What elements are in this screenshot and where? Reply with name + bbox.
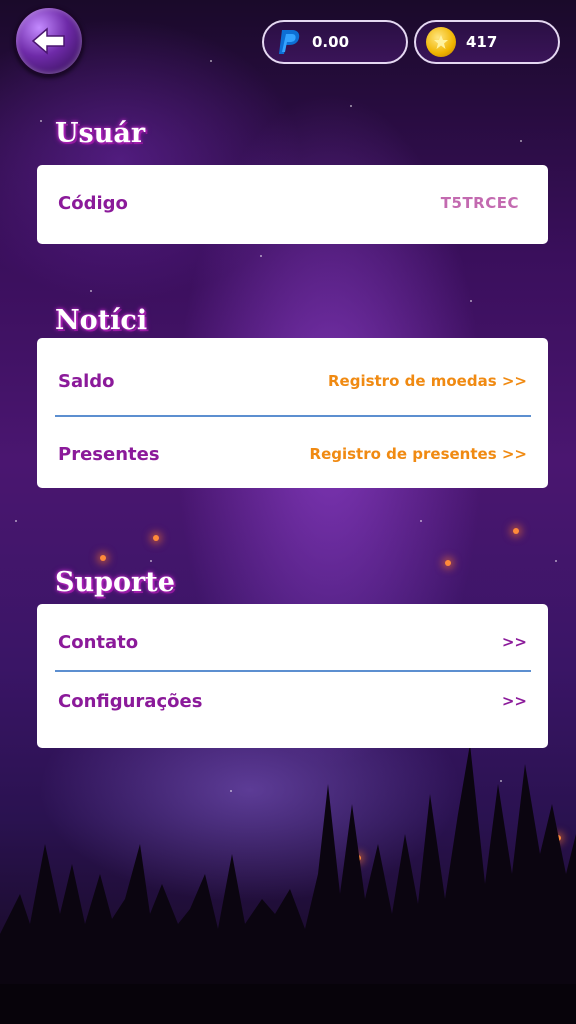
back-button[interactable] [14, 6, 84, 76]
settings-label: Configurações [58, 690, 203, 712]
settings-arrow: >> [501, 692, 527, 710]
ember [100, 555, 106, 561]
contact-arrow: >> [501, 633, 527, 651]
balance-row[interactable]: Saldo Registro de moedas >> [37, 351, 548, 411]
code-value: T5TRCEC [440, 194, 519, 212]
paypal-icon [279, 30, 300, 54]
arrow-left-icon [31, 27, 65, 55]
ember [153, 535, 159, 541]
code-label: Código [58, 192, 128, 214]
coin-history-link[interactable]: Registro de moedas >> [328, 372, 527, 390]
section-title-support: Suporte [55, 567, 175, 598]
balance-label: Saldo [58, 370, 115, 392]
coin-icon [426, 27, 456, 57]
gift-history-link[interactable]: Registro de presentes >> [310, 445, 527, 463]
user-code-row[interactable]: Código T5TRCEC [37, 173, 548, 233]
user-card: Código T5TRCEC [37, 165, 548, 244]
ember [513, 528, 519, 534]
news-card: Saldo Registro de moedas >> Presentes Re… [37, 338, 548, 488]
coin-balance: 417 [466, 33, 498, 51]
support-card: Contato >> Configurações >> [37, 604, 548, 748]
divider [55, 415, 531, 417]
section-title-user: Usuár [55, 118, 146, 149]
gifts-label: Presentes [58, 443, 160, 465]
paypal-balance-pill[interactable]: 0.00 [262, 20, 408, 64]
gifts-row[interactable]: Presentes Registro de presentes >> [37, 424, 548, 484]
contact-row[interactable]: Contato >> [37, 612, 548, 672]
ember [445, 560, 451, 566]
coin-balance-pill[interactable]: 417 [414, 20, 560, 64]
paypal-balance: 0.00 [312, 33, 350, 51]
section-title-news: Notíci [55, 305, 148, 336]
contact-label: Contato [58, 631, 139, 653]
forest-silhouette [0, 744, 576, 1024]
settings-row[interactable]: Configurações >> [37, 671, 548, 731]
